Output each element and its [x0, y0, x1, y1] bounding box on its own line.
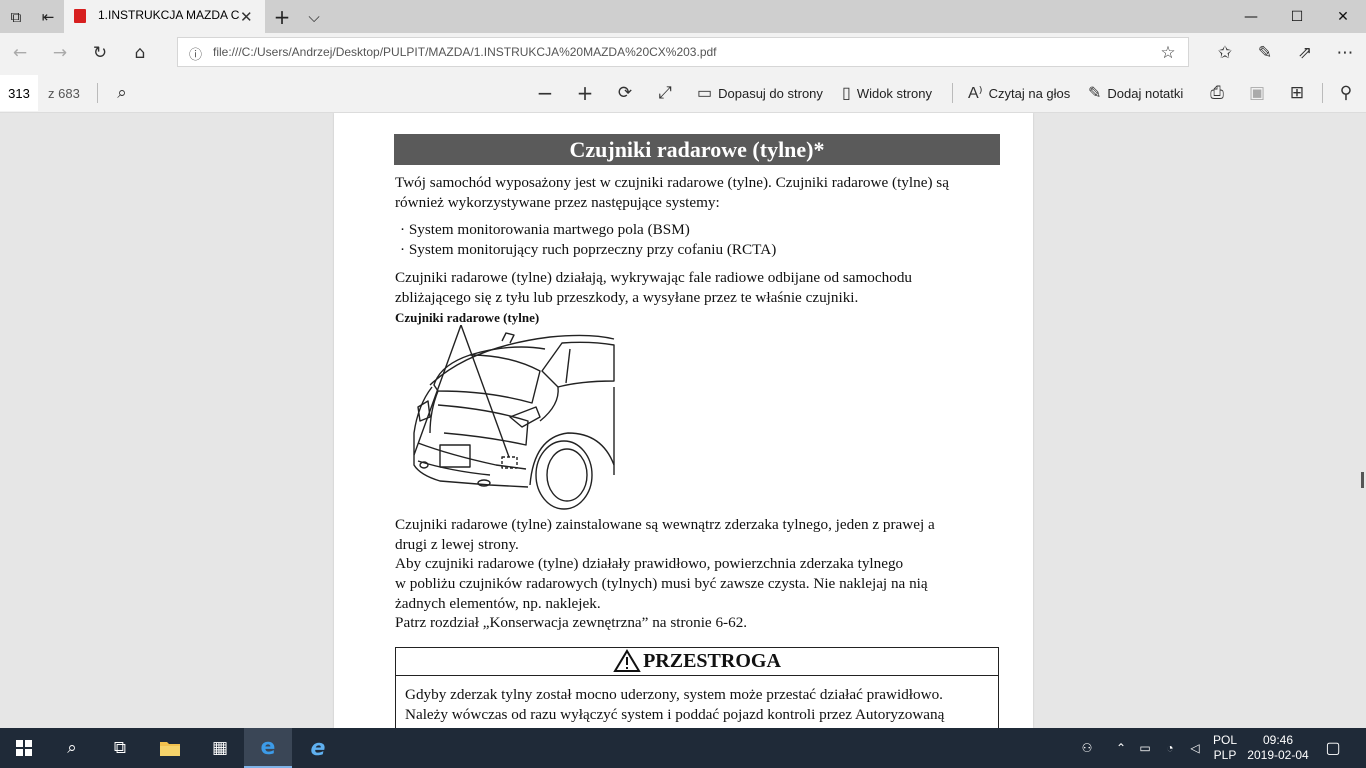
more-menu-icon[interactable]: ⋯	[1327, 33, 1363, 73]
minimize-button[interactable]: —	[1228, 0, 1274, 33]
file-explorer-icon[interactable]	[146, 728, 194, 768]
language-indicator[interactable]: POL PLP	[1208, 728, 1242, 768]
add-notes-icon: ✎	[1088, 85, 1102, 102]
page-number-input[interactable]: 313	[0, 75, 38, 111]
refresh-icon[interactable]: ↻	[82, 33, 118, 73]
bullet-text: System monitorujący ruch poprzeczny przy…	[408, 241, 777, 258]
scrollbar-thumb[interactable]	[1361, 472, 1364, 488]
back-arrow-icon[interactable]: ←	[2, 33, 38, 73]
internet-explorer-icon[interactable]: e	[294, 728, 342, 768]
fit-to-page-button[interactable]: ▭ Dopasuj do strony	[697, 73, 823, 113]
warning-triangle-icon	[613, 649, 641, 672]
favorite-star-icon[interactable]: ☆	[1150, 33, 1186, 73]
people-icon[interactable]: ⚇	[1074, 728, 1100, 768]
windows-start-icon[interactable]	[0, 728, 48, 768]
clock-time: 09:46	[1262, 733, 1294, 747]
bullet-text: System monitorowania martwego pola (BSM)	[408, 221, 690, 238]
search-icon[interactable]: ⌕	[48, 728, 96, 768]
caution-title: PRZESTROGA	[643, 649, 781, 672]
para2-line-2: zbliżającego się z tyłu lub przeszkody, …	[395, 289, 859, 306]
intro-line-2: również wykorzystywane przez następujące…	[395, 194, 720, 211]
car-rear-illustration	[413, 325, 615, 510]
zoom-out-icon[interactable]: −	[527, 73, 563, 113]
forward-arrow-icon[interactable]: →	[42, 33, 78, 73]
add-notes-button[interactable]: ✎ Dodaj notatki	[1088, 73, 1183, 113]
read-aloud-label: Czytaj na głos	[988, 85, 1071, 101]
url-text: file:///C:/Users/Andrzej/Desktop/PULPIT/…	[213, 45, 717, 59]
para3-line-1: Czujniki radarowe (tylne) zainstalowane …	[395, 516, 935, 533]
calculator-icon[interactable]: ▦	[196, 728, 244, 768]
set-tabs-aside-icon[interactable]: ⇤	[32, 0, 64, 33]
caution-header: PRZESTROGA	[395, 647, 999, 676]
clock[interactable]: 09:46 2019-02-04	[1244, 728, 1312, 768]
action-center-icon[interactable]: ▢	[1318, 728, 1348, 768]
pdf-viewer[interactable]: Czujniki radarowe (tylne)* Twój samochód…	[0, 113, 1366, 728]
fit-to-page-label: Dopasuj do strony	[718, 85, 823, 101]
toolbar-divider	[952, 83, 953, 103]
pen-notes-icon[interactable]: ✎	[1247, 33, 1283, 73]
read-aloud-button[interactable]: A⁾ Czytaj na głos	[968, 73, 1070, 113]
file-info-icon[interactable]: ⓘ	[189, 44, 202, 63]
unpin-toolbar-icon[interactable]: ⚲	[1328, 73, 1364, 113]
caution-line-2: Należy wówczas od razu wyłączyć system i…	[405, 706, 945, 723]
toolbar-divider	[97, 83, 98, 103]
para3-line-6: Patrz rozdział „Konserwacja zewnętrzna” …	[395, 614, 748, 631]
caution-line-1: Gdyby zderzak tylny został mocno uderzon…	[405, 686, 943, 703]
bullet-item: · System monitorowania martwego pola (BS…	[400, 221, 690, 238]
share-icon[interactable]: ⇗	[1287, 33, 1323, 73]
fullscreen-icon[interactable]: ⤢	[647, 73, 683, 113]
intro-line-1: Twój samochód wyposażony jest w czujniki…	[395, 174, 949, 191]
bullet-item: · System monitorujący ruch poprzeczny pr…	[400, 241, 777, 258]
save-icon[interactable]: ▣	[1239, 73, 1275, 113]
page-total: z 683	[48, 86, 80, 101]
para3-line-2: drugi z lewej strony.	[395, 536, 519, 553]
task-view-icon[interactable]: ⧉	[96, 728, 144, 768]
close-window-button[interactable]: ✕	[1320, 0, 1366, 33]
clock-date: 2019-02-04	[1247, 748, 1309, 762]
zoom-in-icon[interactable]: +	[567, 73, 603, 113]
pdf-file-icon	[74, 9, 86, 23]
para2-line-1: Czujniki radarowe (tylne) działają, wykr…	[395, 269, 913, 286]
favorites-hub-icon[interactable]: ✩	[1207, 33, 1243, 73]
rotate-icon[interactable]: ⟳	[607, 73, 643, 113]
para3-line-3: Aby czujniki radarowe (tylne) działały p…	[395, 555, 904, 572]
search-icon[interactable]: ⌕	[104, 73, 140, 113]
page-view-label: Widok strony	[856, 85, 932, 101]
save-as-icon[interactable]: ⊞	[1279, 73, 1315, 113]
home-icon[interactable]: ⌂	[122, 33, 158, 73]
page-view-icon: ▯	[842, 85, 851, 102]
new-tab-button[interactable]: +	[266, 0, 298, 33]
para3-line-4: w pobliżu czujników radarowych (tylnych)…	[395, 575, 928, 592]
toolbar-divider	[1322, 83, 1323, 103]
section-heading: Czujniki radarowe (tylne)*	[569, 136, 825, 162]
volume-icon[interactable]: ◁	[1184, 728, 1206, 768]
figure-caption: Czujniki radarowe (tylne)	[395, 310, 540, 325]
language-code: POL	[1212, 733, 1237, 747]
battery-icon[interactable]: ▭	[1134, 728, 1156, 768]
fit-page-icon: ▭	[697, 85, 713, 102]
para3-line-5: żadnych elementów, np. naklejek.	[395, 595, 601, 612]
read-aloud-icon: A⁾	[968, 85, 983, 102]
maximize-button[interactable]: ☐	[1274, 0, 1320, 33]
add-notes-label: Dodaj notatki	[1107, 85, 1184, 101]
tab-close-icon[interactable]: ✕	[240, 8, 253, 26]
pdf-page: Czujniki radarowe (tylne)* Twój samochód…	[334, 113, 1033, 728]
keyboard-layout: PLP	[1213, 748, 1237, 762]
tab-preview-icon[interactable]: ⧉	[0, 0, 32, 33]
print-icon[interactable]: ⎙	[1199, 73, 1235, 113]
page-view-button[interactable]: ▯ Widok strony	[842, 73, 932, 113]
edge-browser-icon[interactable]: e	[244, 728, 292, 768]
tab-title: 1.INSTRUKCJA MAZDA CX 3.pdf	[98, 8, 240, 22]
wifi-icon[interactable]: ◔	[1158, 728, 1182, 768]
tab-menu-chevron-icon[interactable]: ⌵	[298, 0, 330, 33]
show-hidden-icons-chevron-icon[interactable]: ⌃	[1110, 728, 1132, 768]
